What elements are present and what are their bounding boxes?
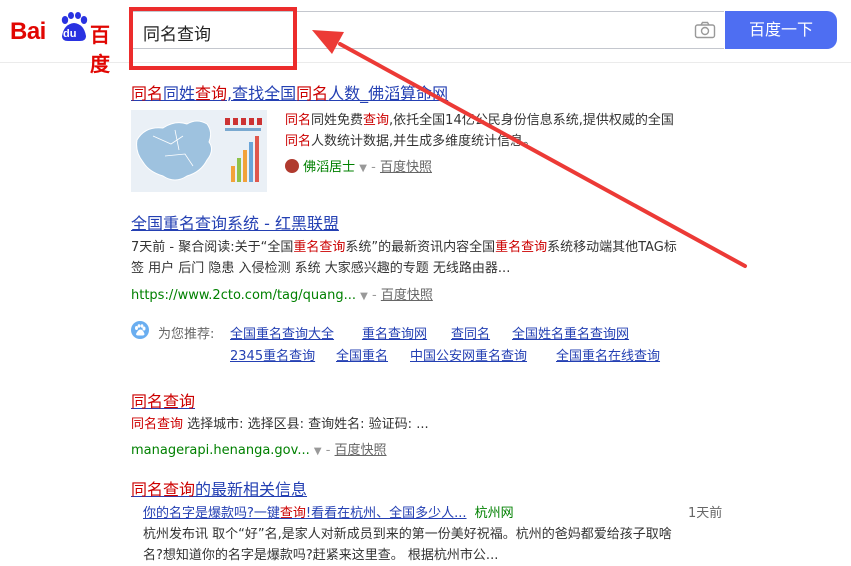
recommend-paw-icon bbox=[131, 321, 149, 339]
result-title-3[interactable]: 同名查询 bbox=[131, 388, 195, 412]
result-snippet-1: 同名同姓免费查询,依托全国14亿公民身份信息系统,提供权威的全国 同名人数统计数… bbox=[285, 113, 674, 149]
result-url-line-2: https://www.2cto.com/tag/quang... ▼ - 百度… bbox=[131, 288, 433, 303]
dropdown-caret-icon[interactable]: ▼ bbox=[360, 291, 368, 302]
result-url[interactable]: managerapi.henanga.gov... bbox=[131, 443, 310, 458]
recommend-label: 为您推荐: bbox=[158, 327, 215, 342]
highlight-frame bbox=[129, 7, 297, 70]
logo-text-cn: 百度 bbox=[90, 23, 110, 76]
camera-icon[interactable] bbox=[694, 21, 716, 39]
recommend-link[interactable]: 全国重名 bbox=[336, 349, 388, 364]
recommend-link[interactable]: 查同名 bbox=[451, 327, 490, 342]
news-title[interactable]: 同名查询的最新相关信息 bbox=[131, 476, 307, 500]
news-snippet: 杭州发布讯 取个“好”名,是家人对新成员到来的第一份美好祝福。杭州的爸妈都爱给孩… bbox=[143, 527, 672, 563]
search-button[interactable]: 百度一下 bbox=[725, 11, 837, 49]
recommend-link[interactable]: 中国公安网重名查询 bbox=[410, 349, 527, 364]
news-item-line: 你的名字是爆款吗?一键查询!看看在杭州、全国多少人... 杭州网 bbox=[143, 502, 514, 521]
result-thumbnail[interactable] bbox=[131, 110, 267, 192]
result-url-line-3: managerapi.henanga.gov... ▼ - 百度快照 bbox=[131, 443, 387, 458]
news-item-source: 杭州网 bbox=[474, 506, 514, 521]
snapshot-link[interactable]: 百度快照 bbox=[335, 443, 387, 458]
recommend-link[interactable]: 全国姓名重名查询网 bbox=[512, 327, 629, 342]
source-avatar-icon bbox=[285, 159, 299, 173]
result-url[interactable]: https://www.2cto.com/tag/quang... bbox=[131, 288, 356, 303]
header-bar: Bai du 百度 同名查询 百度一下 bbox=[0, 0, 851, 76]
dropdown-caret-icon[interactable]: ▼ bbox=[314, 446, 322, 457]
result-source-line-1: 佛滔居士 ▼ - 百度快照 bbox=[285, 156, 432, 175]
baidu-logo[interactable]: Bai du 百度 bbox=[10, 8, 125, 76]
logo-text-du: du bbox=[63, 28, 77, 40]
snapshot-link[interactable]: 百度快照 bbox=[380, 160, 432, 175]
result-snippet-3: 同名查询 选择城市: 选择区县: 查询姓名: 验证码: ... bbox=[131, 417, 429, 432]
result-title-2[interactable]: 全国重名查询系统 - 红黑联盟 bbox=[131, 210, 339, 234]
snapshot-link[interactable]: 百度快照 bbox=[381, 288, 433, 303]
china-map-image bbox=[131, 110, 267, 192]
news-item-date: 1天前 bbox=[688, 506, 723, 521]
source-name[interactable]: 佛滔居士 bbox=[303, 160, 355, 175]
result-title-1[interactable]: 同名同姓查询,查找全国同名人数_佛滔算命网 bbox=[131, 80, 448, 104]
recommend-link[interactable]: 2345重名查询 bbox=[230, 349, 315, 364]
dropdown-caret-icon[interactable]: ▼ bbox=[359, 163, 367, 174]
result-snippet-2: 7天前 - 聚合阅读:关于“全国重名查询系统”的最新资讯内容全国重名查询系统移动… bbox=[131, 240, 677, 276]
recommend-link[interactable]: 重名查询网 bbox=[362, 327, 427, 342]
logo-text-bai: Bai bbox=[10, 18, 46, 45]
recommend-link[interactable]: 全国重名查询大全 bbox=[230, 327, 334, 342]
recommend-link[interactable]: 全国重名在线查询 bbox=[556, 349, 660, 364]
news-item-title[interactable]: 你的名字是爆款吗?一键查询!看看在杭州、全国多少人... bbox=[143, 506, 467, 521]
